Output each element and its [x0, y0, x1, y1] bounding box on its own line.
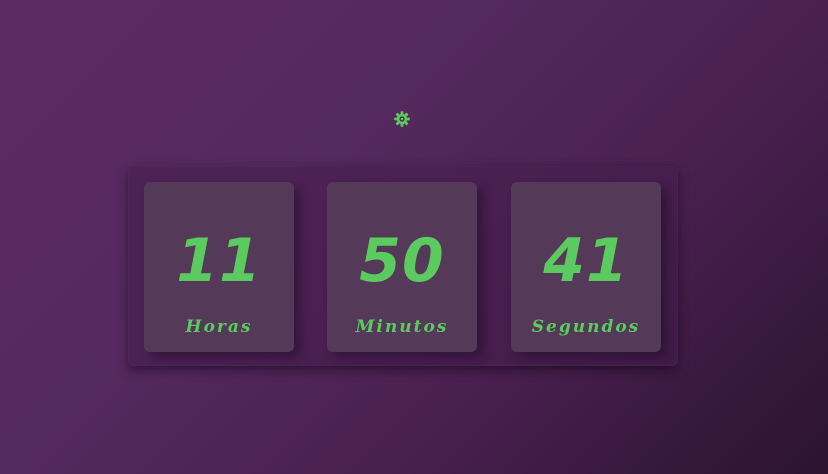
hours-label: Horas — [185, 317, 253, 337]
seconds-label: Segundos — [531, 317, 641, 337]
seconds-value: 41 — [543, 226, 629, 296]
gear-icon[interactable] — [393, 110, 411, 128]
countdown-card-seconds: 41 Segundos — [511, 182, 661, 352]
countdown-card-minutes: 50 Minutos — [327, 182, 477, 352]
gear-icon-graphic — [394, 111, 410, 127]
minutes-value: 50 — [359, 226, 445, 296]
countdown-card-hours: 11 Horas — [144, 182, 294, 352]
hours-value: 11 — [176, 226, 262, 296]
countdown-panel: 11 Horas 50 Minutos 41 Segundos — [128, 166, 678, 366]
minutes-label: Minutos — [355, 317, 449, 337]
